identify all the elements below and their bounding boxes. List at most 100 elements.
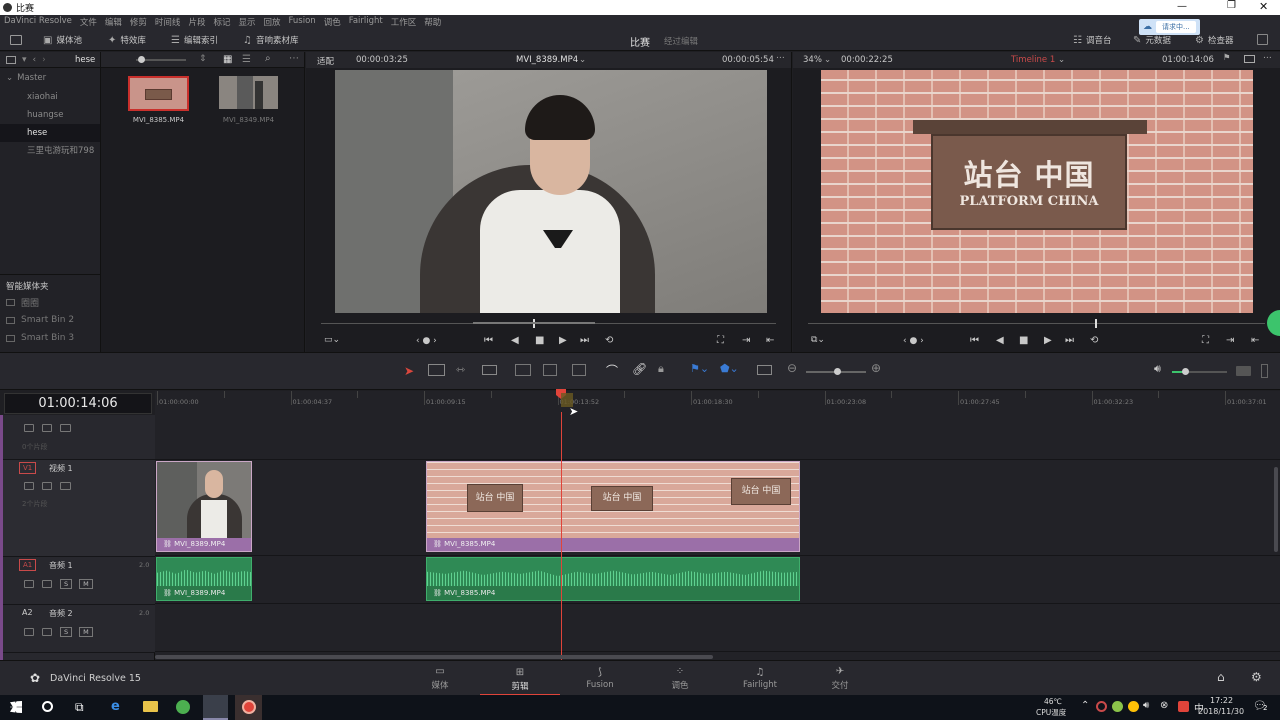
edit-index-button[interactable]: ☰ 编辑索引 <box>171 34 218 47</box>
zoom-slider[interactable] <box>806 368 866 375</box>
media-clip-thumbnail[interactable] <box>128 76 189 111</box>
page-tab-media[interactable]: ▭ 媒体 <box>400 666 480 691</box>
chevron-down-icon[interactable]: ▾ <box>22 55 27 65</box>
tray-chevron-icon[interactable]: ⌃ <box>1081 700 1089 711</box>
menu-clip[interactable]: 片段 <box>188 16 205 28</box>
flag-icon[interactable]: ⚑⌄ <box>690 362 709 375</box>
auto-select-icon[interactable] <box>42 482 52 490</box>
timeline-viewer-playhead[interactable] <box>1095 319 1097 328</box>
play-reverse-icon[interactable]: ◀ <box>996 335 1004 346</box>
viewer-mode-icon[interactable]: ▭⌄ <box>324 335 340 345</box>
blade-tool-icon[interactable] <box>482 365 497 375</box>
menu-fusion[interactable]: Fusion <box>289 16 316 28</box>
overwrite-clip-icon[interactable] <box>543 364 557 376</box>
timeline-ruler[interactable]: 01:00:00:00 01:00:04:37 01:00:09:15 01:00:1… <box>155 391 1280 412</box>
stop-icon[interactable]: ■ <box>535 335 544 346</box>
trim-tool-icon[interactable] <box>428 364 445 376</box>
lock-icon[interactable] <box>24 424 34 432</box>
monitor-icon[interactable] <box>60 424 71 432</box>
menu-workspace[interactable]: 工作区 <box>391 16 417 28</box>
list-view-icon[interactable]: ☰ <box>242 54 251 65</box>
cloud-notification[interactable]: ☁ 请求中... <box>1139 19 1200 35</box>
sound-library-button[interactable]: ♫ 音响素材库 <box>243 34 298 47</box>
menu-help[interactable]: 帮助 <box>424 16 441 28</box>
media-clip-thumbnail[interactable] <box>219 76 278 109</box>
zoom-in-icon[interactable]: ⊕ <box>871 361 881 375</box>
page-tab-fairlight[interactable]: ♫ Fairlight <box>720 667 800 690</box>
bin-item-hese[interactable]: hese <box>0 124 100 142</box>
search-circle-icon[interactable] <box>42 701 53 712</box>
menu-view[interactable]: 显示 <box>238 16 255 28</box>
smart-bin-item[interactable]: Smart Bin 3 <box>0 329 101 347</box>
sort-icon[interactable]: ⇕ <box>199 54 207 64</box>
jog-control[interactable]: ‹ ● › <box>416 336 437 346</box>
zoom-slider-knob[interactable] <box>834 368 841 375</box>
volume-slider[interactable] <box>1172 368 1227 375</box>
volume-knob[interactable] <box>1182 368 1189 375</box>
flag-icon[interactable]: ⚑ <box>1223 53 1231 63</box>
more-icon[interactable]: ⋯ <box>1263 53 1272 63</box>
task-view-icon[interactable]: ⧉ <box>75 700 84 715</box>
stop-icon[interactable]: ■ <box>1019 335 1028 346</box>
mark-out-icon[interactable]: ⇤ <box>766 335 774 346</box>
insert-clip-icon[interactable] <box>515 364 531 376</box>
more-icon[interactable]: ⋯ <box>776 53 785 63</box>
page-tab-color[interactable]: ⁘ 调色 <box>640 666 720 691</box>
timeline-video-clip[interactable]: 站台 中国 站台 中国 站台 中国 ⛓ MVI_8385.MP4 <box>426 461 800 552</box>
snapping-icon[interactable]: ⌒ <box>606 362 618 379</box>
viewer-mode-icon[interactable]: ⧉⌄ <box>811 335 825 345</box>
chevron-down-icon[interactable]: ⌄ <box>1058 55 1065 65</box>
bin-item-huangse[interactable]: huangse <box>0 106 100 124</box>
meter-icon[interactable] <box>1261 364 1268 378</box>
track-height-icon[interactable] <box>757 365 772 375</box>
monitor-icon[interactable] <box>60 482 71 490</box>
skip-to-start-icon[interactable]: ⏮ <box>484 335 493 346</box>
menu-timeline[interactable]: 时间线 <box>155 16 181 28</box>
timeline-vertical-scrollbar[interactable] <box>1274 467 1278 552</box>
menu-file[interactable]: 文件 <box>80 16 97 28</box>
match-frame-icon[interactable]: ⛶ <box>1202 335 1209 346</box>
menu-trim[interactable]: 修剪 <box>130 16 147 28</box>
smart-bin-item[interactable]: 圈圈 <box>0 293 101 311</box>
slider-knob[interactable] <box>138 56 145 63</box>
page-tab-edit[interactable]: ⊞ 剪辑 <box>480 661 560 696</box>
marker-icon[interactable]: ⬟⌄ <box>720 362 739 375</box>
menu-playback[interactable]: 回放 <box>263 16 280 28</box>
timeline-audio-clip[interactable]: ⛓ MVI_8385.MP4 <box>426 557 800 601</box>
chevron-down-icon[interactable]: ⌄ <box>579 55 586 65</box>
volume-tray-icon[interactable]: 🔊︎ <box>1143 700 1149 711</box>
source-fit-dropdown[interactable]: 适配 <box>317 55 334 67</box>
timeline-name[interactable]: Timeline 1 <box>1011 55 1055 65</box>
chevron-down-icon[interactable]: ⌄ <box>824 55 831 65</box>
more-icon[interactable]: ⋯ <box>289 53 299 64</box>
page-tab-deliver[interactable]: ✈ 交付 <box>800 666 880 691</box>
link-icon[interactable]: 🔗︎ <box>632 362 647 376</box>
close-button[interactable]: ✕ <box>1259 0 1268 13</box>
auto-select-icon[interactable] <box>42 424 52 432</box>
menu-mark[interactable]: 标记 <box>213 16 230 28</box>
expand-icon[interactable] <box>1257 34 1268 45</box>
track-label-a1[interactable]: A1 <box>19 559 37 571</box>
timeline-scrubber[interactable] <box>808 319 1265 328</box>
search-icon[interactable]: ⌕ <box>265 53 271 64</box>
viewer-layout-icon[interactable] <box>1244 55 1255 63</box>
lock-icon[interactable]: 🔒︎ <box>658 362 664 376</box>
edge-icon[interactable]: e <box>111 699 120 714</box>
timeline-playhead-line[interactable] <box>561 412 562 660</box>
zoom-level[interactable]: 34% <box>803 55 822 65</box>
bin-view-icon[interactable] <box>6 55 16 64</box>
effects-library-button[interactable]: ✦ 特效库 <box>108 34 146 47</box>
timeline-video-clip[interactable]: ⛓ MVI_8389.MP4 <box>156 461 252 552</box>
bin-item-sanlitun[interactable]: 三里屯游玩和798 <box>0 142 100 160</box>
timeline-horizontal-scrollbar[interactable] <box>155 655 713 659</box>
loop-icon[interactable]: ⟲ <box>605 335 613 346</box>
lock-icon[interactable] <box>24 628 34 636</box>
menu-fairlight[interactable]: Fairlight <box>349 16 383 28</box>
menu-color[interactable]: 调色 <box>324 16 341 28</box>
solo-button[interactable]: S <box>60 579 73 589</box>
solo-button[interactable]: S <box>60 627 73 637</box>
maximize-button[interactable]: ❐ <box>1227 0 1236 11</box>
thumbnail-size-slider[interactable] <box>136 56 186 63</box>
mark-in-icon[interactable]: ⇥ <box>1226 335 1234 346</box>
menu-davinci[interactable]: DaVinci Resolve <box>4 16 72 28</box>
